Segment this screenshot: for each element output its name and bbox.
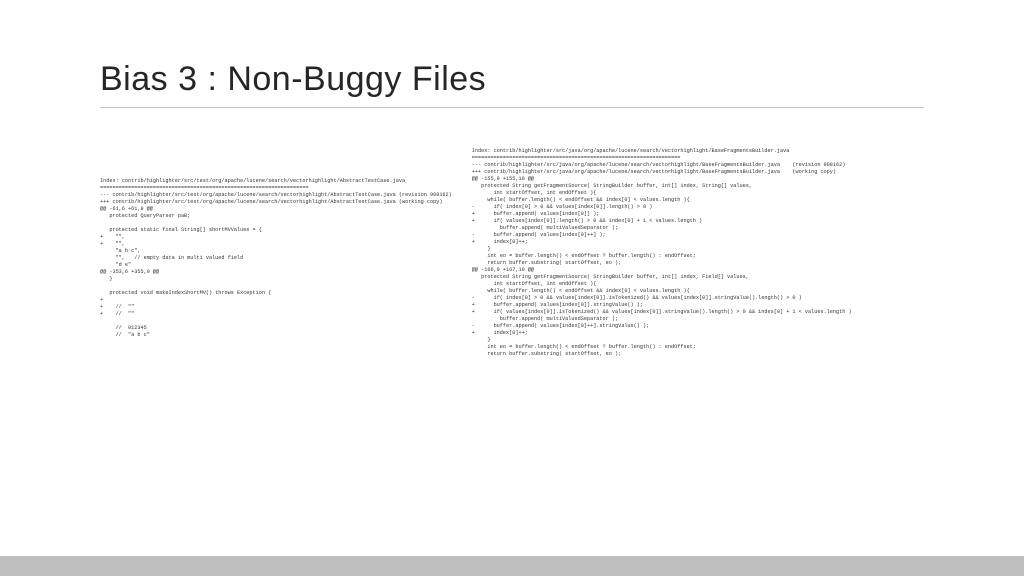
diff-left-code: Index: contrib/highlighter/src/test/org/…: [100, 178, 452, 339]
diff-right-code: Index: contrib/highlighter/src/java/org/…: [472, 148, 983, 358]
footer-bar: [0, 556, 1024, 576]
diff-container: Index: contrib/highlighter/src/test/org/…: [100, 148, 924, 358]
slide-content: Bias 3 : Non-Buggy Files Index: contrib/…: [0, 0, 1024, 576]
diff-right-column: Index: contrib/highlighter/src/java/org/…: [472, 148, 983, 358]
slide-title: Bias 3 : Non-Buggy Files: [100, 60, 924, 108]
diff-left-column: Index: contrib/highlighter/src/test/org/…: [100, 148, 452, 358]
